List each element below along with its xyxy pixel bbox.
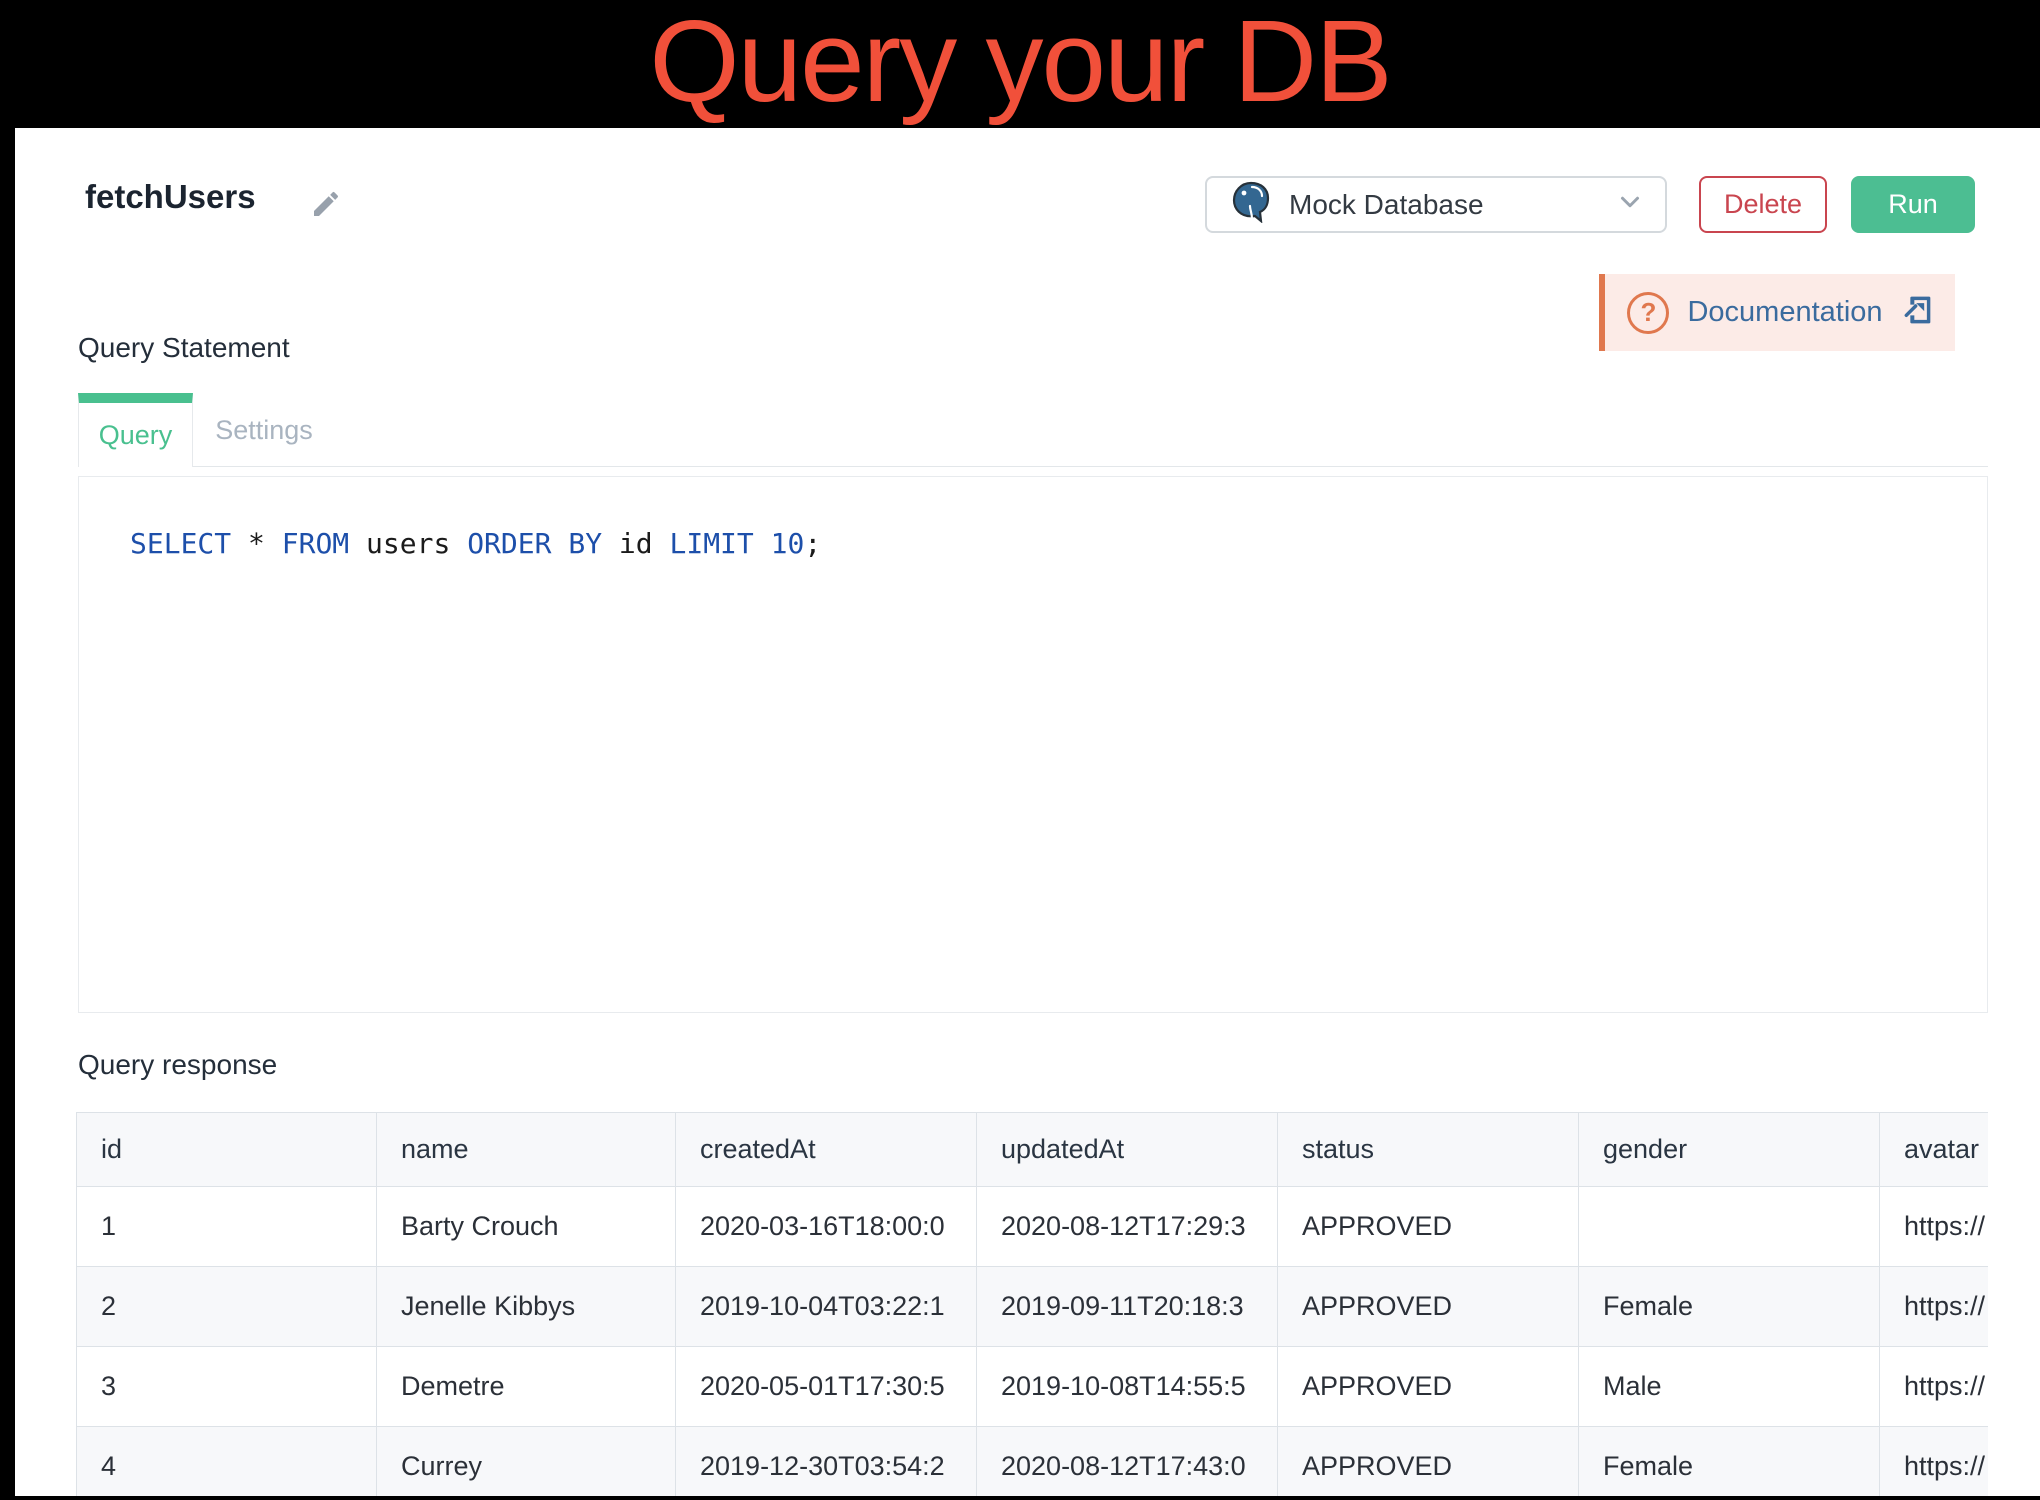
documentation-link[interactable]: ? Documentation (1605, 274, 1955, 351)
sql-token-keyword: ORDER BY (467, 527, 602, 560)
sql-code-line: SELECT * FROM users ORDER BY id LIMIT 10… (79, 477, 1987, 560)
cell-id: 2 (77, 1267, 377, 1347)
sql-token-plain (754, 527, 771, 560)
column-header-name: name (377, 1113, 676, 1187)
tab-query[interactable]: Query (78, 393, 193, 467)
sql-token-keyword: FROM (282, 527, 349, 560)
sql-token-number: 10 (771, 527, 805, 560)
cell-gender: Female (1579, 1427, 1880, 1497)
query-panel: fetchUsers Mock Database Delete Run ? (15, 128, 2040, 1496)
cell-avatar: https:// (1880, 1187, 1989, 1267)
help-circle-icon: ? (1627, 292, 1669, 334)
cell-id: 4 (77, 1427, 377, 1497)
sql-token-keyword: SELECT (130, 527, 231, 560)
postgresql-elephant-icon (1231, 181, 1271, 228)
cell-updatedAt: 2019-09-11T20:18:3 (977, 1267, 1278, 1347)
cell-createdAt: 2020-05-01T17:30:5 (676, 1347, 977, 1427)
cell-updatedAt: 2019-10-08T14:55:5 (977, 1347, 1278, 1427)
query-statement-label: Query Statement (78, 332, 290, 364)
app-window: Query your DB fetchUsers Mock Database D… (0, 0, 2040, 1500)
cell-gender (1579, 1187, 1880, 1267)
top-banner: Query your DB (0, 0, 2040, 128)
cell-name: Barty Crouch (377, 1187, 676, 1267)
sql-editor[interactable]: SELECT * FROM users ORDER BY id LIMIT 10… (78, 476, 1988, 1013)
chevron-down-icon (1615, 187, 1645, 222)
cell-avatar: https:// (1880, 1267, 1989, 1347)
delete-button[interactable]: Delete (1699, 176, 1827, 233)
cell-name: Demetre (377, 1347, 676, 1427)
cell-createdAt: 2019-10-04T03:22:1 (676, 1267, 977, 1347)
sql-token-plain: users (349, 527, 467, 560)
table-row: 2Jenelle Kibbys2019-10-04T03:22:12019-09… (77, 1267, 1989, 1347)
column-header-status: status (1278, 1113, 1579, 1187)
query-name: fetchUsers (85, 178, 256, 216)
database-dropdown[interactable]: Mock Database (1205, 176, 1667, 233)
query-response-label: Query response (78, 1049, 277, 1081)
cell-createdAt: 2020-03-16T18:00:0 (676, 1187, 977, 1267)
sql-token-plain: ; (804, 527, 821, 560)
cell-status: APPROVED (1278, 1267, 1579, 1347)
sql-token-plain: id (602, 527, 669, 560)
column-header-id: id (77, 1113, 377, 1187)
column-header-updatedAt: updatedAt (977, 1113, 1278, 1187)
column-header-createdAt: createdAt (676, 1113, 977, 1187)
sql-token-plain: * (231, 527, 282, 560)
table-header-row: idnamecreatedAtupdatedAtstatusgenderavat… (77, 1113, 1989, 1187)
cell-gender: Female (1579, 1267, 1880, 1347)
cell-avatar: https:// (1880, 1427, 1989, 1497)
tabstrip-divider (193, 466, 1988, 467)
table-row: 3Demetre2020-05-01T17:30:52019-10-08T14:… (77, 1347, 1989, 1427)
cell-status: APPROVED (1278, 1347, 1579, 1427)
query-response-table: idnamecreatedAtupdatedAtstatusgenderavat… (76, 1112, 1988, 1496)
cell-status: APPROVED (1278, 1427, 1579, 1497)
sql-token-keyword: LIMIT (669, 527, 753, 560)
table-body: 1Barty Crouch2020-03-16T18:00:02020-08-1… (77, 1187, 1989, 1497)
column-header-avatar: avatar (1880, 1113, 1989, 1187)
run-button[interactable]: Run (1851, 176, 1975, 233)
cell-id: 3 (77, 1347, 377, 1427)
cell-updatedAt: 2020-08-12T17:43:0 (977, 1427, 1278, 1497)
cell-updatedAt: 2020-08-12T17:29:3 (977, 1187, 1278, 1267)
table-row: 4Currey2019-12-30T03:54:22020-08-12T17:4… (77, 1427, 1989, 1497)
external-link-icon (1901, 294, 1933, 331)
cell-name: Jenelle Kibbys (377, 1267, 676, 1347)
cell-status: APPROVED (1278, 1187, 1579, 1267)
table-row: 1Barty Crouch2020-03-16T18:00:02020-08-1… (77, 1187, 1989, 1267)
cell-id: 1 (77, 1187, 377, 1267)
column-header-gender: gender (1579, 1113, 1880, 1187)
cell-name: Currey (377, 1427, 676, 1497)
database-selected-value: Mock Database (1289, 189, 1615, 221)
tab-settings[interactable]: Settings (194, 393, 334, 467)
documentation-label: Documentation (1687, 296, 1882, 329)
edit-pencil-icon[interactable] (310, 188, 342, 225)
cell-gender: Male (1579, 1347, 1880, 1427)
banner-title: Query your DB (0, 0, 2040, 122)
cell-avatar: https:// (1880, 1347, 1989, 1427)
cell-createdAt: 2019-12-30T03:54:2 (676, 1427, 977, 1497)
